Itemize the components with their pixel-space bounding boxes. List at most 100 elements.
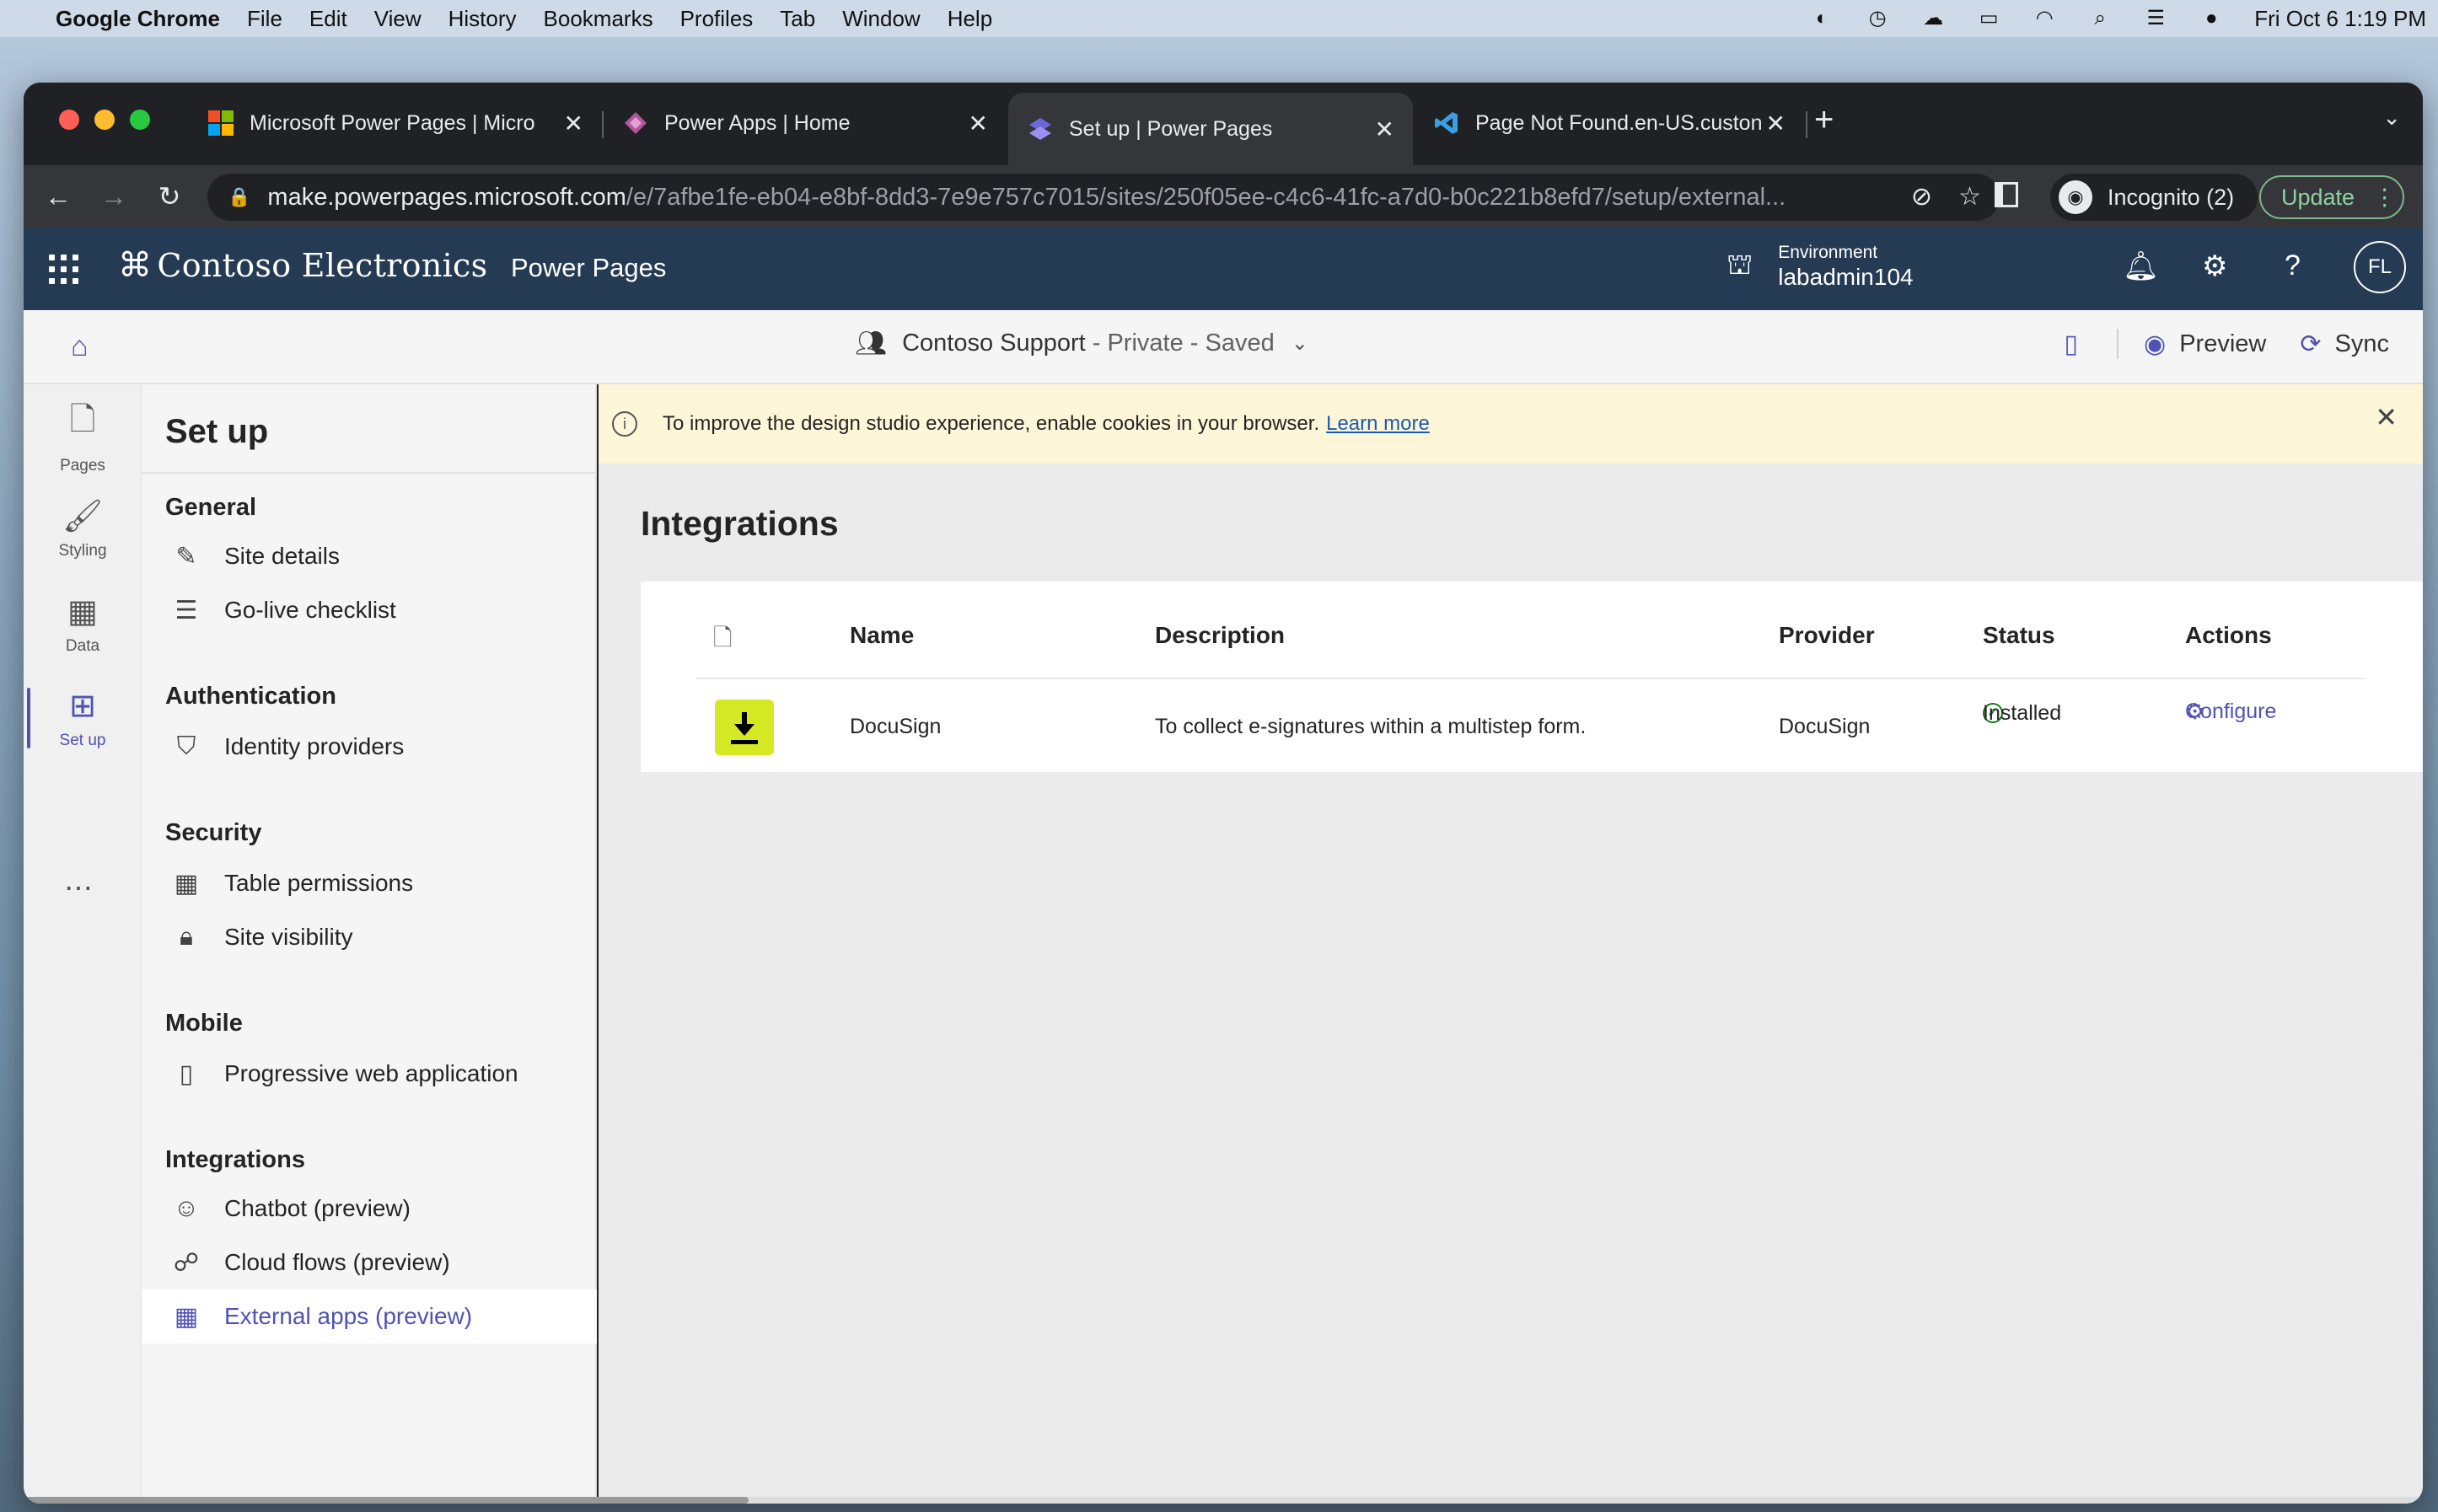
column-header-provider[interactable]: Provider xyxy=(1779,622,1875,649)
menu-tab[interactable]: Tab xyxy=(780,6,815,32)
rail-item-setup[interactable]: ⊞ Set up xyxy=(24,674,142,762)
close-tab-icon[interactable]: ✕ xyxy=(1766,110,1786,137)
control-center-icon[interactable]: ☰ xyxy=(2143,8,2168,29)
nav-item-external-apps[interactable]: ▦ External apps (preview) xyxy=(142,1289,597,1343)
bookmark-star-icon[interactable]: ☆ xyxy=(1958,182,1981,212)
menu-app-name[interactable]: Google Chrome xyxy=(56,6,220,32)
avatar[interactable]: FL xyxy=(2354,241,2406,293)
info-icon: i xyxy=(612,411,637,437)
more-icon[interactable]: ⋯ xyxy=(64,871,94,905)
bell-icon[interactable]: 🔔︎ xyxy=(2123,249,2159,283)
nav-item-site-details[interactable]: ✎ Site details xyxy=(142,529,597,583)
table-icon: ▦ xyxy=(67,593,98,630)
app-launcher-icon[interactable] xyxy=(49,255,78,284)
rail-item-data[interactable]: ▦ Data xyxy=(24,580,142,668)
column-header-actions[interactable]: Actions xyxy=(2185,622,2272,649)
help-icon[interactable]: ? xyxy=(2285,249,2301,282)
nav-item-identity-providers[interactable]: ⛉ Identity providers xyxy=(142,720,597,774)
new-tab-button[interactable]: + xyxy=(1814,101,1834,139)
minimize-window-button[interactable] xyxy=(94,110,115,130)
nav-item-label: Site visibility xyxy=(224,924,353,950)
column-header-description[interactable]: Description xyxy=(1155,622,1285,649)
edit-doc-icon: ✎ xyxy=(175,542,197,571)
nav-section-integrations: Integrations xyxy=(165,1146,305,1173)
browser-tab-power-pages-marketing[interactable]: Microsoft Power Pages | Micro ✕ xyxy=(189,93,602,153)
siri-icon[interactable]: ● xyxy=(2199,8,2224,29)
menu-profiles[interactable]: Profiles xyxy=(680,6,754,32)
forward-button[interactable]: → xyxy=(86,181,142,212)
device-preview-icon[interactable]: ▯ xyxy=(2065,330,2079,359)
nav-title: Set up xyxy=(165,413,269,450)
column-header-status[interactable]: Status xyxy=(1983,622,2055,649)
kebab-menu-icon[interactable]: ⋮ xyxy=(2373,185,2396,211)
menu-window[interactable]: Window xyxy=(842,6,920,32)
sync-icon[interactable]: ⟳ xyxy=(2300,330,2321,359)
nav-item-label: Site details xyxy=(224,543,340,569)
focus-icon[interactable]: ◐ xyxy=(1809,8,1834,29)
shield-icon: ⛉ xyxy=(176,732,196,760)
close-tab-icon[interactable]: ✕ xyxy=(969,110,988,137)
browser-tab-page-not-found[interactable]: Page Not Found.en-US.custon ✕ xyxy=(1415,93,1804,153)
table-row[interactable]: DocuSign To collect e-signatures within … xyxy=(641,679,2423,772)
nav-item-progressive-web-app[interactable]: ▯ Progressive web application xyxy=(142,1047,597,1101)
time-machine-icon[interactable]: ◷ xyxy=(1865,8,1890,29)
bot-icon: ☺ xyxy=(173,1194,200,1222)
brand[interactable]: ⌘ Contoso Electronics xyxy=(118,246,487,285)
address-bar[interactable]: 🔒 make.powerpages.microsoft.com/e/7afbe1… xyxy=(207,174,2000,221)
reload-button[interactable]: ↻ xyxy=(142,180,197,212)
preview-button[interactable]: Preview xyxy=(2179,330,2266,358)
menubar-datetime[interactable]: Fri Oct 6 1:19 PM xyxy=(2254,6,2426,32)
lock-icon: 🔒︎ xyxy=(180,923,193,951)
gear-icon[interactable]: ⚙ xyxy=(2202,249,2227,283)
menu-history[interactable]: History xyxy=(448,6,517,32)
incognito-indicator[interactable]: ◉ Incognito (2) xyxy=(2050,174,2258,221)
nav-section-authentication: Authentication xyxy=(165,683,336,710)
nav-item-label: Table permissions xyxy=(224,870,414,896)
menu-help[interactable]: Help xyxy=(948,6,992,32)
wifi-icon[interactable]: ◠ xyxy=(2032,8,2057,29)
incognito-icon: ◉ xyxy=(2059,180,2092,214)
nav-item-chatbot[interactable]: ☺ Chatbot (preview) xyxy=(142,1182,597,1236)
battery-icon[interactable]: ▭ xyxy=(1976,8,2001,29)
update-button[interactable]: Update ⋮ xyxy=(2259,175,2404,219)
url-path: /e/7afbe1fe-eb04-e8bf-8dd3-7e9e757c7015/… xyxy=(626,183,1786,211)
incognito-label: Incognito (2) xyxy=(2108,184,2235,210)
tab-title: Power Apps | Home xyxy=(664,110,851,135)
environment-value: labadmin104 xyxy=(1778,264,1914,290)
tab-search-chevron-icon[interactable]: ⌄ xyxy=(2382,105,2401,131)
lock-icon[interactable]: 🔒 xyxy=(228,186,250,208)
eye-icon[interactable]: ◉ xyxy=(2144,330,2166,359)
browser-tab-power-apps[interactable]: Power Apps | Home ✕ xyxy=(604,93,1007,153)
nav-item-label: External apps (preview) xyxy=(224,1303,473,1329)
rail-item-pages[interactable]: 🗋 Pages xyxy=(24,391,142,479)
close-tab-icon[interactable]: ✕ xyxy=(564,110,583,137)
menu-edit[interactable]: Edit xyxy=(309,6,347,32)
nav-item-site-visibility[interactable]: 🔒︎ Site visibility xyxy=(142,910,597,964)
zoom-window-button[interactable] xyxy=(130,110,150,130)
product-name: Power Pages xyxy=(511,253,667,282)
environment-picker[interactable]: ⛫ Environment labadmin104 xyxy=(1726,243,1914,292)
browser-tab-setup-power-pages[interactable]: Set up | Power Pages ✕ xyxy=(1008,93,1413,165)
nav-item-table-permissions[interactable]: ▦ Table permissions xyxy=(142,856,597,910)
back-button[interactable]: ← xyxy=(30,181,86,212)
menu-file[interactable]: File xyxy=(247,6,282,32)
home-icon[interactable]: ⌂ xyxy=(71,330,89,363)
nav-item-go-live-checklist[interactable]: ☰ Go-live checklist xyxy=(142,583,597,637)
menu-bookmarks[interactable]: Bookmarks xyxy=(544,6,653,32)
spotlight-icon[interactable]: ⌕ xyxy=(2087,8,2113,29)
side-panel-icon[interactable] xyxy=(1995,182,2018,207)
close-icon[interactable]: ✕ xyxy=(2375,401,2398,433)
paintbrush-icon: 🖌︎ xyxy=(62,499,104,534)
site-selector[interactable]: 👥︎ Contoso Support - Private - Saved ⌄ xyxy=(855,329,1308,358)
close-tab-icon[interactable]: ✕ xyxy=(1375,115,1394,143)
cloud-icon[interactable]: ☁ xyxy=(1920,8,1946,29)
eye-off-icon[interactable]: ⊘ xyxy=(1911,182,1932,212)
menu-view[interactable]: View xyxy=(374,6,422,32)
close-window-button[interactable] xyxy=(59,110,79,130)
column-header-name[interactable]: Name xyxy=(850,622,914,649)
learn-more-link[interactable]: Learn more xyxy=(1326,412,1430,436)
rail-item-styling[interactable]: 🖌︎ Styling xyxy=(24,485,142,573)
sync-button[interactable]: Sync xyxy=(2335,330,2389,358)
nav-item-cloud-flows[interactable]: ☍ Cloud flows (preview) xyxy=(142,1236,597,1289)
horizontal-scrollbar[interactable] xyxy=(24,1497,2423,1504)
